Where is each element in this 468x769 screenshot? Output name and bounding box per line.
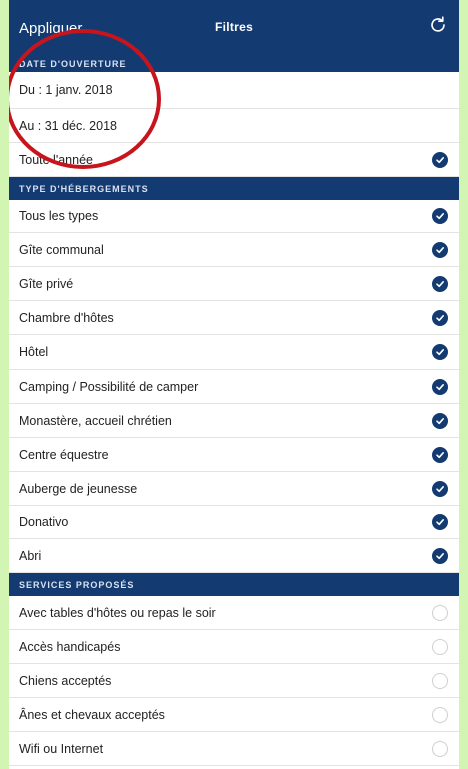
empty-circle-icon[interactable] — [432, 672, 448, 689]
checkmark-icon[interactable] — [432, 344, 448, 360]
filter-label: Hôtel — [19, 345, 49, 359]
checkmark-icon[interactable] — [432, 151, 448, 168]
filter-row[interactable]: Chiens acceptés — [9, 664, 459, 698]
filter-label: Chambre d'hôtes — [19, 310, 114, 325]
filter-list: DATE D'OUVERTURE Du : 1 janv. 2018 Au : 31… — [9, 56, 459, 766]
filter-label: Accès handicapés — [19, 639, 121, 654]
filter-row[interactable]: Avec tables d'hôtes ou repas le soir — [9, 596, 459, 630]
filter-label: Donativo — [19, 515, 69, 529]
filter-label: Abri — [19, 548, 42, 563]
empty-circle-icon[interactable] — [432, 706, 448, 723]
empty-circle-icon[interactable] — [432, 740, 448, 757]
checkmark-icon[interactable] — [432, 275, 448, 292]
filter-label: Wifi ou Internet — [19, 741, 104, 756]
page-title: Filtres — [214, 20, 254, 34]
filter-row[interactable]: Abri — [9, 539, 459, 573]
checkmark-icon[interactable] — [432, 446, 448, 463]
filter-row[interactable]: Donativo — [9, 506, 459, 539]
checkmark-icon[interactable] — [432, 208, 448, 224]
filter-row[interactable]: Tous les types — [9, 200, 459, 233]
checkmark-icon[interactable] — [432, 241, 448, 258]
checkmark-icon[interactable] — [432, 480, 448, 497]
filter-row[interactable]: Centre équestre — [9, 438, 459, 472]
filter-label: Tous les types — [19, 209, 99, 223]
checkmark-icon[interactable] — [432, 378, 448, 395]
filter-row[interactable]: Ânes et chevaux acceptés — [9, 698, 459, 732]
checkmark-icon[interactable] — [432, 412, 448, 429]
filter-row[interactable]: Accès handicapés — [9, 630, 459, 664]
section-header: DATE D'OUVERTURE — [9, 56, 459, 72]
checkmark-icon[interactable] — [432, 514, 448, 530]
refresh-icon[interactable] — [427, 14, 449, 36]
filter-row[interactable]: Toute l'année — [9, 143, 459, 177]
filter-label: Auberge de jeunesse — [19, 481, 138, 496]
empty-circle-icon[interactable] — [432, 638, 448, 655]
filter-row[interactable]: Gîte privé — [9, 267, 459, 301]
filter-row[interactable]: Wifi ou Internet — [9, 732, 459, 766]
filter-label: Gîte communal — [19, 242, 104, 257]
filter-row[interactable]: Au : 31 déc. 2018 — [9, 109, 459, 143]
filter-row[interactable]: Du : 1 janv. 2018 — [9, 72, 459, 109]
filter-label: Au : 31 déc. 2018 — [19, 118, 117, 133]
filter-label: Centre équestre — [19, 447, 109, 462]
filter-label: Du : 1 janv. 2018 — [19, 83, 113, 97]
section-header: SERVICES PROPOSÉS — [9, 573, 459, 596]
filter-row[interactable]: Hôtel — [9, 335, 459, 370]
filter-label: Camping / Possibilité de camper — [19, 379, 199, 394]
navigation-bar: Appliquer Filtres — [9, 0, 459, 56]
checkmark-icon[interactable] — [432, 309, 448, 326]
filter-label: Gîte privé — [19, 276, 74, 291]
filter-label: Toute l'année — [19, 152, 93, 167]
filter-row[interactable]: Camping / Possibilité de camper — [9, 370, 459, 404]
filter-label: Chiens acceptés — [19, 673, 112, 688]
filters-screen: Appliquer Filtres DATE D'OUVERTURE Du : 1… — [9, 0, 459, 769]
filter-label: Ânes et chevaux acceptés — [19, 707, 165, 722]
filter-row[interactable]: Chambre d'hôtes — [9, 301, 459, 335]
filter-label: Monastère, accueil chrétien — [19, 413, 172, 428]
filter-label: Avec tables d'hôtes ou repas le soir — [19, 605, 216, 620]
filter-row[interactable]: Gîte communal — [9, 233, 459, 267]
filter-row[interactable]: Monastère, accueil chrétien — [9, 404, 459, 438]
filter-row[interactable]: Auberge de jeunesse — [9, 472, 459, 506]
section-header: TYPE D'HÉBERGEMENTS — [9, 177, 459, 200]
empty-circle-icon[interactable] — [432, 604, 448, 621]
checkmark-icon[interactable] — [432, 547, 448, 564]
